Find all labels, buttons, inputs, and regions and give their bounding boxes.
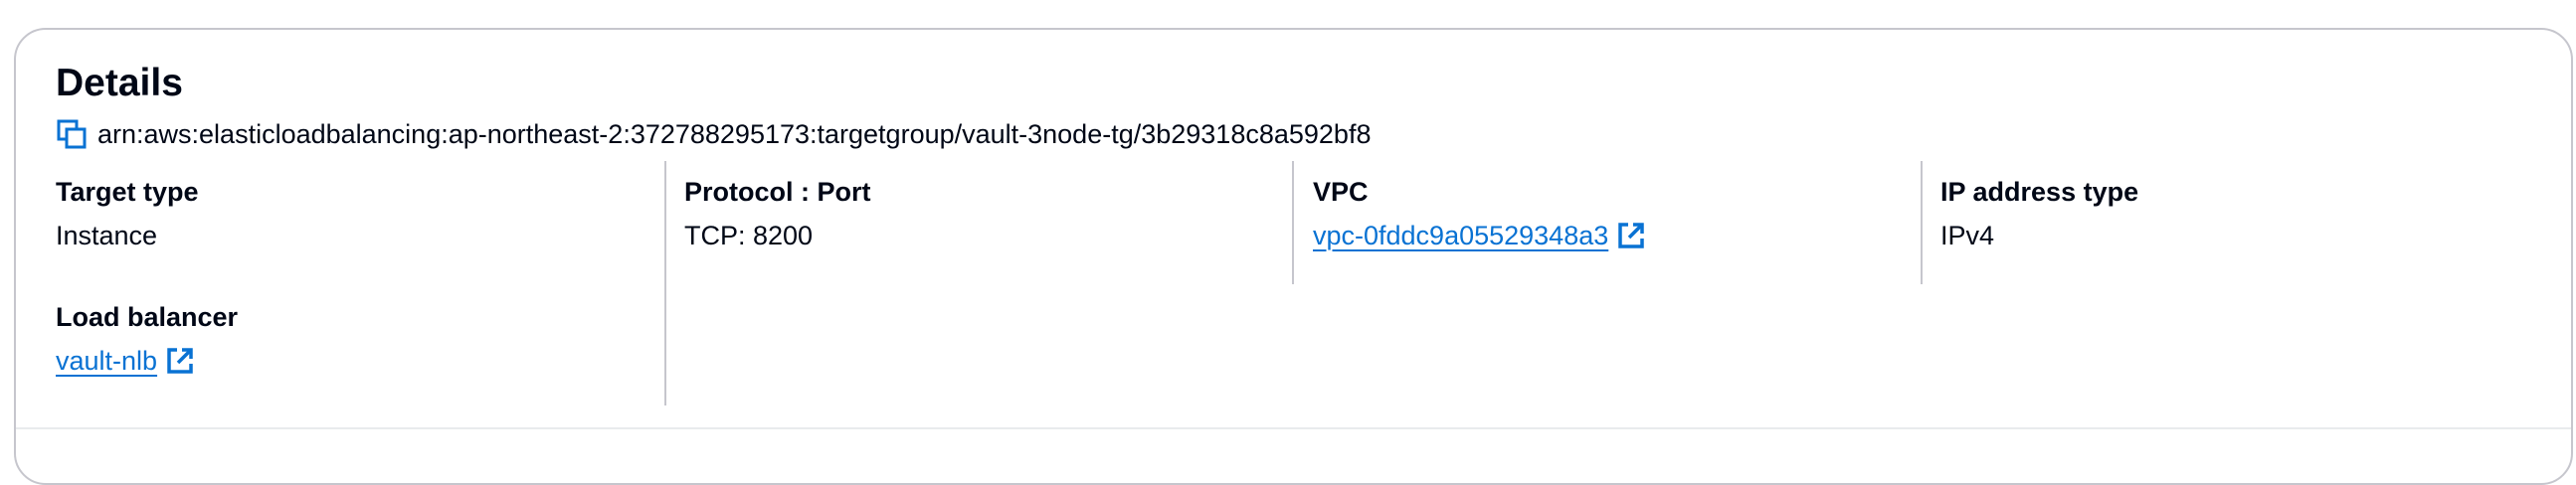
load-balancer-label: Load balancer	[56, 302, 239, 332]
ip-address-type-field: IP address type IPv4	[1940, 175, 2138, 252]
details-panel: Details arn:aws:elasticloadbalancing:ap-…	[14, 28, 2573, 485]
external-link-icon	[165, 346, 195, 376]
arn-row: arn:aws:elasticloadbalancing:ap-northeas…	[56, 117, 1371, 151]
copy-icon	[57, 119, 87, 149]
copy-arn-button[interactable]	[56, 118, 88, 150]
protocol-port-value: TCP: 8200	[684, 221, 814, 250]
external-link-icon	[1616, 221, 1646, 250]
vpc-field: VPC vpc-0fddc9a05529348a3	[1313, 175, 1646, 252]
ip-address-type-value: IPv4	[1940, 221, 1995, 250]
target-type-field: Target type Instance	[56, 175, 199, 252]
vpc-label: VPC	[1313, 177, 1369, 207]
protocol-port-field: Protocol : Port TCP: 8200	[684, 175, 871, 252]
target-type-value: Instance	[56, 221, 158, 250]
load-balancer-link-text[interactable]: vault-nlb	[56, 344, 157, 378]
target-type-label: Target type	[56, 177, 199, 207]
vpc-link-text[interactable]: vpc-0fddc9a05529348a3	[1313, 219, 1608, 252]
load-balancer-field: Load balancer vault-nlb	[56, 300, 238, 378]
column-divider	[1292, 161, 1294, 284]
arn-value: arn:aws:elasticloadbalancing:ap-northeas…	[97, 119, 1372, 149]
column-divider	[664, 161, 666, 405]
vpc-link[interactable]: vpc-0fddc9a05529348a3	[1313, 219, 1646, 252]
details-title: Details	[56, 62, 183, 104]
section-divider	[16, 427, 2571, 429]
column-divider	[1921, 161, 1923, 284]
ip-address-type-label: IP address type	[1940, 177, 2139, 207]
details-header: Details	[56, 60, 183, 107]
protocol-port-label: Protocol : Port	[684, 177, 871, 207]
load-balancer-link[interactable]: vault-nlb	[56, 344, 195, 378]
